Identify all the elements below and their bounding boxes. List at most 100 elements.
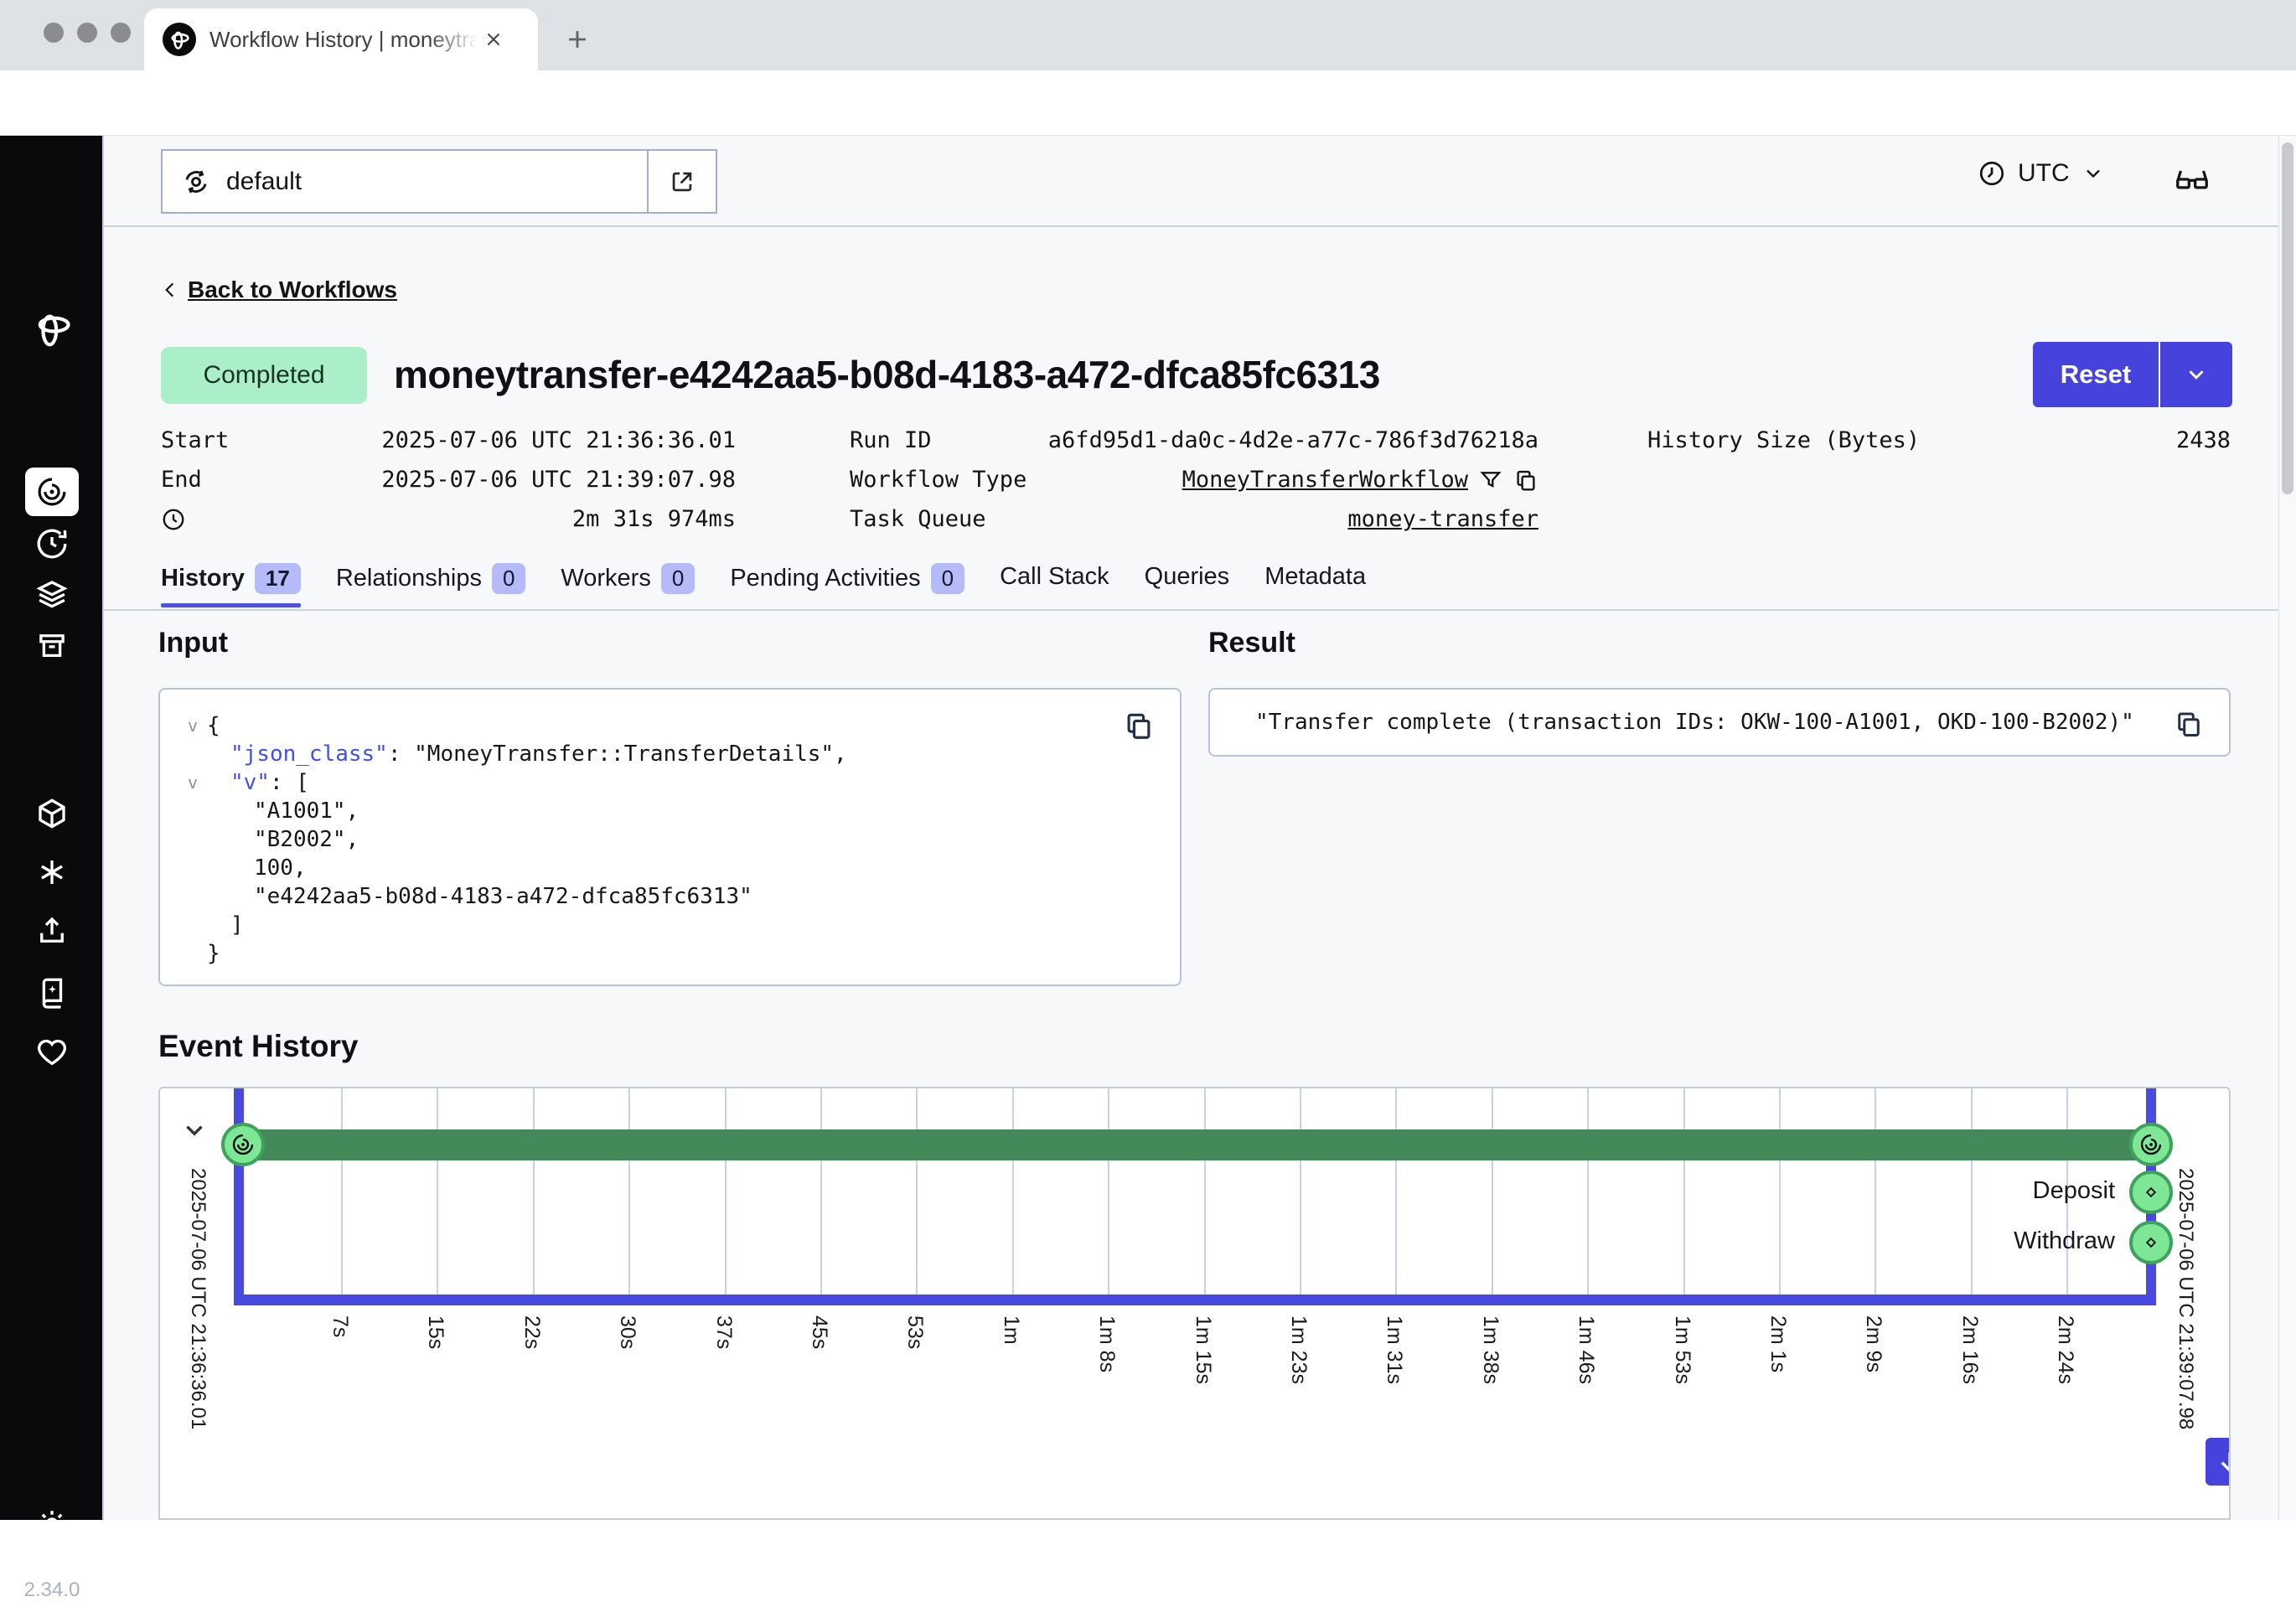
page-scrollbar[interactable] (2278, 136, 2296, 1520)
labs-glasses-icon[interactable] (2174, 161, 2211, 198)
task-queue-link[interactable]: money-transfer (1347, 506, 1538, 532)
namespace-selector[interactable]: default (161, 149, 717, 214)
event-history-heading: Event History (158, 1029, 359, 1064)
workflow-span-bar[interactable] (243, 1129, 2151, 1160)
browser-toolbar: localhost:8080/namespaces/default/workfl… (0, 70, 2296, 136)
timeline-scroll-down-button[interactable] (2206, 1438, 2231, 1486)
sidebar-item-deployments[interactable] (0, 576, 104, 612)
sidebar-item-batch-operations[interactable] (0, 855, 104, 890)
timeline-tick-label: 7s (328, 1315, 352, 1337)
event-history-timeline[interactable]: 7s15s22s30s37s45s53s1m1m 8s1m 15s1m 23s1… (158, 1087, 2231, 1520)
theme-toggle-sun-icon[interactable] (0, 1506, 104, 1542)
new-tab-button[interactable] (563, 25, 592, 54)
activity-node-deposit[interactable] (2129, 1170, 2173, 1214)
timeline-end-date: 2025-07-06 UTC 21:39:07.98 (2174, 1168, 2197, 1429)
window-zoom-button[interactable] (111, 23, 131, 43)
json-line: "json_class": "MoneyTransfer::TransferDe… (178, 740, 1180, 768)
workflow-type-link[interactable]: MoneyTransferWorkflow (1182, 467, 1468, 493)
tab-close-icon[interactable] (483, 28, 504, 50)
timeline-tick-label: 15s (423, 1315, 447, 1349)
browser-tab[interactable]: Workflow History | moneytran (144, 8, 538, 70)
json-collapse-chevron-icon[interactable]: v (178, 768, 207, 797)
timeline-tick-label: 1m 15s (1191, 1315, 1215, 1384)
tab-call-stack[interactable]: Call Stack (1000, 563, 1109, 604)
browser-tab-strip: Workflow History | moneytran (0, 0, 2296, 70)
timezone-label: UTC (2018, 159, 2070, 188)
result-copy-icon[interactable] (2174, 709, 2204, 739)
workflow-end-node[interactable] (2129, 1123, 2173, 1166)
details-column-times: Start 2025-07-06 UTC 21:36:36.01 End 202… (161, 421, 736, 539)
tab-workers[interactable]: Workers0 (561, 563, 695, 607)
timeline-gridline (437, 1088, 438, 1295)
window-minimize-button[interactable] (77, 23, 97, 43)
tab-workers-count: 0 (661, 563, 695, 594)
sidebar-item-schedules[interactable] (0, 526, 104, 561)
timeline-expand-chevron-icon[interactable] (180, 1116, 209, 1145)
reset-button[interactable]: Reset (2033, 342, 2159, 407)
reset-dropdown-button[interactable] (2160, 342, 2232, 407)
sidebar-item-archival[interactable] (0, 628, 104, 664)
timeline-tick-label: 1m 23s (1286, 1315, 1311, 1384)
detail-row-run-id: Run ID a6fd95d1-da0c-4d2e-a77c-786f3d762… (850, 421, 1538, 460)
timeline-tick-label: 2m 16s (1957, 1315, 1982, 1384)
page-scrollbar-thumb[interactable] (2282, 142, 2293, 494)
json-line: ] (178, 911, 1180, 939)
json-gutter (178, 797, 207, 825)
workflow-title: moneytransfer-e4242aa5-b08d-4183-a472-df… (394, 352, 1380, 397)
timeline-gridline (820, 1088, 822, 1295)
input-json: v{"json_class": "MoneyTransfer::Transfer… (160, 690, 1180, 968)
sidebar-item-workflows[interactable] (25, 468, 79, 516)
end-label: End (161, 467, 202, 493)
input-panel: v{"json_class": "MoneyTransfer::Transfer… (158, 688, 1182, 986)
run-id-label: Run ID (850, 427, 932, 453)
timeline-gridline (628, 1088, 630, 1295)
timeline-tick-label: 37s (711, 1315, 736, 1349)
sidebar-item-docs[interactable] (0, 975, 104, 1010)
timeline-tick-label: 1m 8s (1094, 1315, 1119, 1372)
duration-value: 2m 31s 974ms (572, 506, 736, 532)
timeline-tick-label: 1m 31s (1382, 1315, 1406, 1384)
timeline-gridline (1395, 1088, 1397, 1295)
json-gutter (178, 825, 207, 854)
sidebar-item-nexus[interactable] (0, 796, 104, 831)
back-to-workflows-link[interactable]: Back to Workflows (159, 276, 397, 303)
json-gutter (178, 939, 207, 968)
tab-metadata[interactable]: Metadata (1264, 563, 1366, 604)
namespace-external-link-button[interactable] (647, 151, 716, 212)
json-collapse-chevron-icon[interactable]: v (178, 711, 207, 740)
json-gutter (178, 854, 207, 882)
filter-funnel-icon[interactable] (1478, 468, 1503, 493)
copy-icon[interactable] (1513, 468, 1538, 493)
start-label: Start (161, 427, 229, 453)
input-copy-icon[interactable] (1123, 710, 1155, 742)
timeline-tick-label: 22s (520, 1315, 544, 1349)
sidebar-item-import[interactable] (0, 913, 104, 948)
timeline-gridline (1779, 1088, 1781, 1295)
json-gutter (178, 740, 207, 768)
history-size-label: History Size (Bytes) (1647, 427, 1920, 453)
result-value: "Transfer complete (transaction IDs: OKW… (1255, 690, 2134, 755)
app-version: 2.34.0 (0, 1579, 104, 1602)
details-column-size: History Size (Bytes) 2438 (1647, 421, 2231, 460)
tab-queries[interactable]: Queries (1145, 563, 1230, 604)
timezone-selector[interactable]: UTC (1978, 159, 2105, 188)
json-line: "e4242aa5-b08d-4183-a472-dfca85fc6313" (178, 882, 1180, 911)
timeline-tick-label: 45s (807, 1315, 831, 1349)
tab-relationships[interactable]: Relationships0 (336, 563, 526, 607)
tab-history[interactable]: History17 (161, 563, 301, 607)
detail-row-history-size: History Size (Bytes) 2438 (1647, 421, 2231, 460)
tab-relationships-count: 0 (492, 563, 525, 594)
timeline-gridline (1492, 1088, 1493, 1295)
sidebar-item-feedback[interactable] (0, 1034, 104, 1069)
timeline-gridline (533, 1088, 535, 1295)
temporal-logo-icon[interactable] (0, 308, 104, 347)
timeline-gridline (1300, 1088, 1301, 1295)
activity-node-withdraw[interactable] (2129, 1221, 2173, 1264)
tab-pending-activities[interactable]: Pending Activities0 (730, 563, 964, 607)
workflow-start-node[interactable] (221, 1123, 265, 1166)
duration-clock-icon (161, 507, 186, 532)
window-close-button[interactable] (44, 23, 64, 43)
activity-label-deposit: Deposit (1864, 1177, 2115, 1205)
json-line: v"v": [ (178, 768, 1180, 797)
timeline-gridline (1012, 1088, 1014, 1295)
